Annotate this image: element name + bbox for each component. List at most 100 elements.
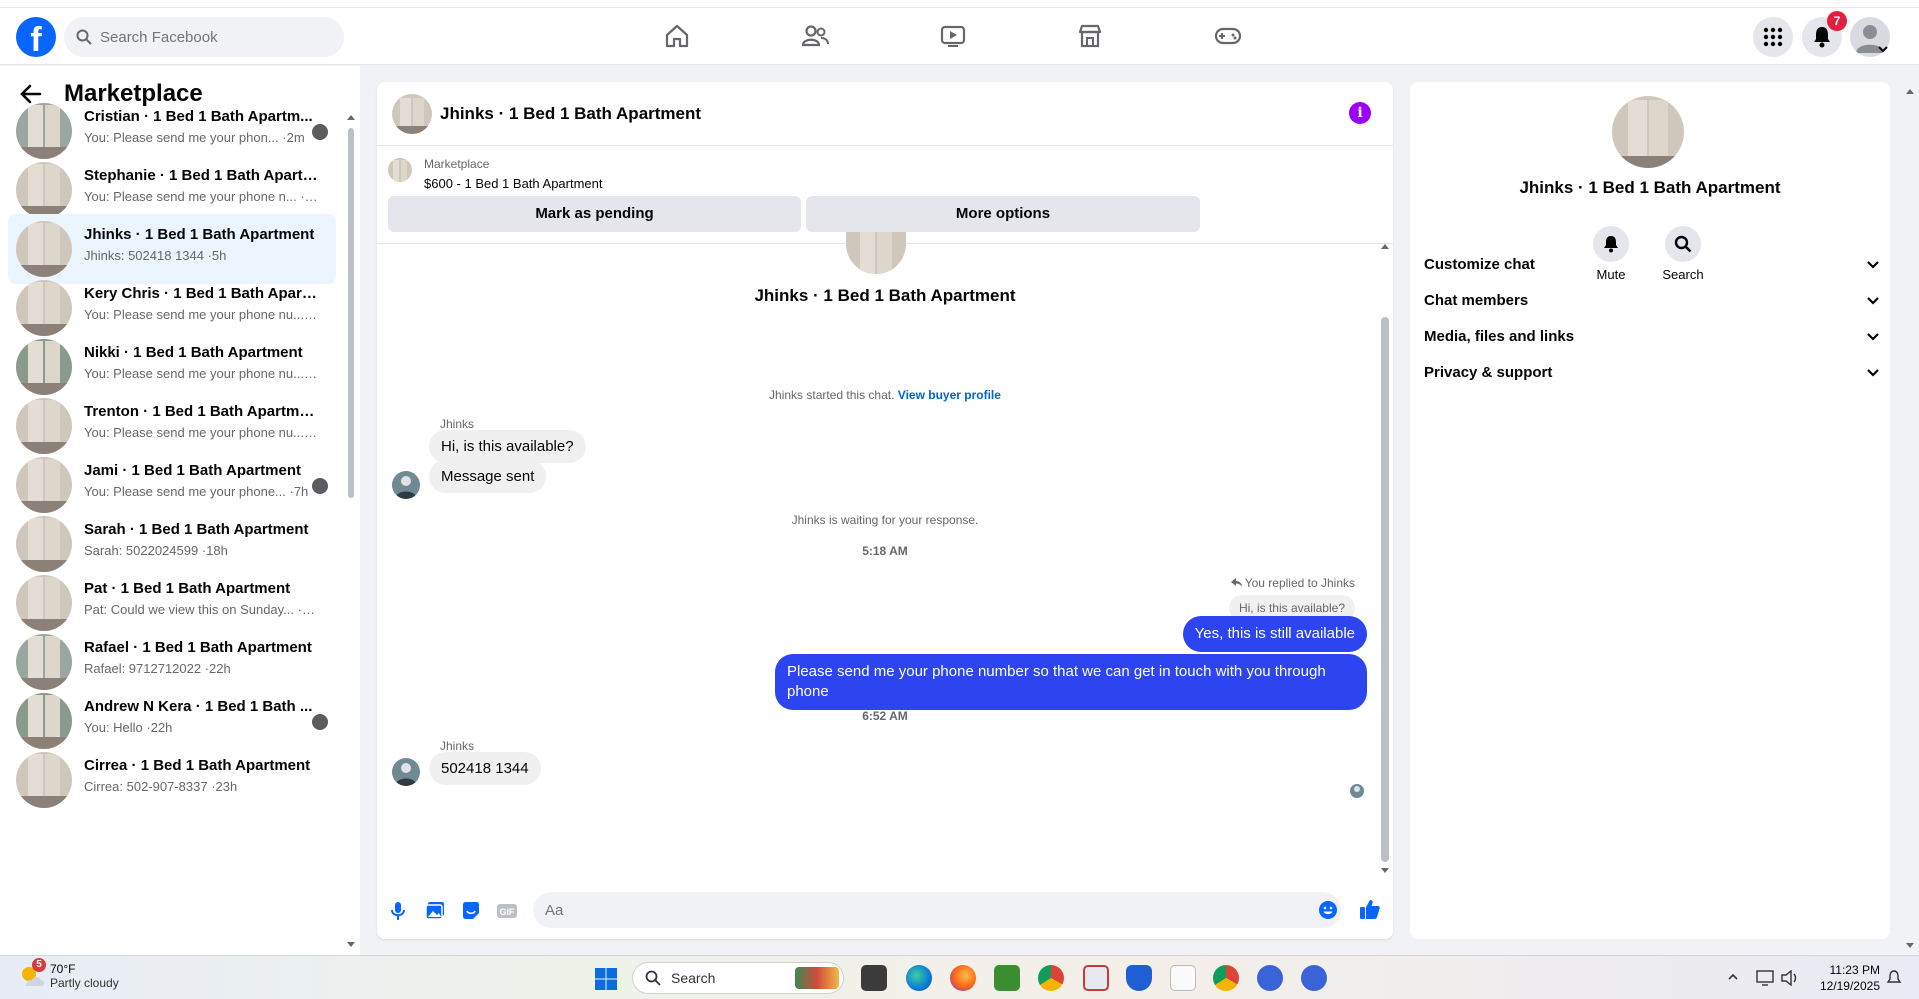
- seen-receipt-avatar: [1350, 784, 1364, 798]
- chat-panel: Jhinks · 1 Bed 1 Bath Apartment i Market…: [377, 82, 1393, 939]
- view-buyer-profile-link[interactable]: View buyer profile: [898, 388, 1001, 402]
- sticker-icon[interactable]: [460, 900, 482, 922]
- conversation-preview: You: Please send me your phone nu... ·7h: [84, 366, 319, 381]
- edge-browser-icon[interactable]: [906, 965, 932, 991]
- scroll-up-arrow-icon[interactable]: [346, 114, 356, 120]
- info-section-row[interactable]: Media, files and links: [1424, 316, 1880, 356]
- taskbar-search[interactable]: Search: [632, 962, 844, 994]
- message-sender-name: Jhinks: [440, 739, 475, 753]
- photo-icon[interactable]: [424, 900, 446, 922]
- chat-scrollbar[interactable]: [1381, 317, 1389, 862]
- info-panel-avatar[interactable]: [1612, 96, 1684, 168]
- chrome-profile-icon[interactable]: [1213, 965, 1239, 991]
- seen-receipt-avatar: [312, 478, 328, 494]
- info-panel-name: Jhinks · 1 Bed 1 Bath Apartment: [1519, 178, 1781, 197]
- mark-as-pending-button[interactable]: Mark as pending: [388, 196, 801, 232]
- conversation-name: Jami · 1 Bed 1 Bath Apartment: [84, 462, 301, 479]
- listing-price[interactable]: $600 - 1 Bed 1 Bath Apartment: [424, 176, 603, 191]
- facebook-search-input[interactable]: [100, 28, 300, 46]
- menu-grid-icon[interactable]: [1753, 17, 1793, 57]
- incoming-message[interactable]: 502418 1344: [429, 752, 541, 785]
- page-scroll-up-arrow-icon[interactable]: [1905, 88, 1915, 94]
- conversation-thumbnail: [16, 103, 72, 159]
- scroll-down-arrow-icon[interactable]: [346, 942, 356, 948]
- chrome-icon[interactable]: [1038, 965, 1064, 991]
- windows-start-icon[interactable]: [594, 967, 618, 996]
- more-options-button[interactable]: More options: [806, 196, 1200, 232]
- temperature: 70°F: [50, 962, 76, 976]
- message-timestamp: 6:52 AM: [862, 709, 908, 723]
- conversation-avatar: [846, 232, 906, 274]
- app-icon-blue-1[interactable]: [1257, 965, 1283, 991]
- waiting-response-notice: Jhinks is waiting for your response.: [791, 513, 979, 527]
- marketplace-icon[interactable]: [1076, 22, 1104, 50]
- chevron-up-icon[interactable]: [1727, 973, 1739, 981]
- conversation-thumbnail: [16, 634, 72, 690]
- message-input[interactable]: [533, 892, 1341, 928]
- outgoing-message[interactable]: Yes, this is still available: [1182, 616, 1367, 652]
- file-icon[interactable]: [1170, 965, 1196, 991]
- conversation-thumbnail: [16, 280, 72, 336]
- weather-widget[interactable]: 5 70°F Partly cloudy: [18, 958, 119, 990]
- facebook-search-box[interactable]: [64, 17, 344, 57]
- display-icon[interactable]: [1756, 970, 1774, 986]
- chat-scroll-up-arrow-icon[interactable]: [1380, 243, 1390, 249]
- page-scroll-down-arrow-icon[interactable]: [1905, 943, 1915, 949]
- sender-avatar[interactable]: [392, 758, 420, 786]
- app-icon-blue-2[interactable]: [1301, 965, 1327, 991]
- microphone-icon[interactable]: [387, 900, 409, 922]
- conversation-preview: You: Please send me your phone nu... ·7h: [84, 425, 319, 440]
- gaming-icon[interactable]: [1214, 22, 1242, 50]
- sender-avatar[interactable]: [392, 471, 420, 499]
- incoming-message[interactable]: Hi, is this available?: [429, 430, 586, 463]
- message-sender-name: Jhinks: [440, 417, 475, 431]
- excel-chart-icon[interactable]: [994, 965, 1020, 991]
- emoji-icon[interactable]: [1317, 899, 1339, 921]
- conversation-thumbnail: [16, 162, 72, 218]
- gif-icon[interactable]: GIF: [496, 900, 518, 922]
- chat-header-avatar[interactable]: [392, 94, 432, 134]
- chevron-down-icon: [1867, 368, 1879, 377]
- chat-started-text: Jhinks started this chat.: [769, 388, 895, 402]
- incoming-message[interactable]: Message sent: [429, 460, 547, 493]
- seen-receipt-avatar: [312, 124, 328, 140]
- home-icon[interactable]: [663, 22, 691, 50]
- info-icon[interactable]: i: [1349, 102, 1371, 124]
- thumbs-up-like-icon[interactable]: [1359, 898, 1381, 920]
- info-section-row[interactable]: Privacy & support: [1424, 352, 1880, 392]
- conversation-preview: Pat: Could we view this on Sunday... ·19…: [84, 602, 319, 617]
- search-icon: [76, 29, 92, 45]
- conversation-item[interactable]: Cirrea · 1 Bed 1 Bath Apartment Cirrea: 5…: [8, 745, 336, 815]
- facebook-logo-icon[interactable]: f: [16, 17, 56, 57]
- replied-to-note: You replied to Jhinks: [1230, 576, 1355, 590]
- system-clock[interactable]: 11:23 PM 12/19/2025: [1810, 962, 1880, 994]
- firefox-icon[interactable]: [950, 965, 976, 991]
- chat-scroll-down-arrow-icon[interactable]: [1380, 868, 1390, 874]
- info-section-row[interactable]: Chat members: [1424, 280, 1880, 320]
- security-shield-icon[interactable]: [1126, 965, 1152, 991]
- clock-time: 11:23 PM: [1829, 963, 1880, 977]
- info-section-label: Customize chat: [1424, 255, 1535, 273]
- listing-source: Marketplace: [424, 157, 490, 171]
- chat-header-title[interactable]: Jhinks · 1 Bed 1 Bath Apartment: [440, 104, 701, 124]
- conversation-preview: You: Hello ·22h: [84, 720, 173, 735]
- snipping-tool-icon[interactable]: [1083, 965, 1109, 991]
- info-section-row[interactable]: Customize chat: [1424, 244, 1880, 284]
- sidebar-scrollbar[interactable]: [348, 128, 354, 498]
- conversation-preview: Jhinks: 502418 1344 ·5h: [84, 248, 227, 263]
- svg-text:GIF: GIF: [500, 907, 516, 917]
- listing-thumbnail[interactable]: [388, 158, 412, 182]
- conversation-preview: Sarah: 5022024599 ·18h: [84, 543, 228, 558]
- clock-date: 12/19/2025: [1819, 979, 1880, 993]
- outgoing-message[interactable]: Please send me your phone number so that…: [775, 654, 1367, 710]
- info-section-label: Chat members: [1424, 291, 1529, 309]
- volume-icon[interactable]: [1781, 970, 1799, 986]
- video-icon[interactable]: [939, 22, 967, 50]
- friends-icon[interactable]: [801, 22, 829, 50]
- conversation-preview: You: Please send me your phone... ·7h: [84, 484, 309, 499]
- message-composer: GIF: [377, 882, 1393, 938]
- notification-center-icon[interactable]: [1886, 970, 1902, 986]
- message-thread: Jhinks · 1 Bed 1 Bath Apartment Jhinks s…: [377, 232, 1393, 874]
- task-view-icon[interactable]: [861, 965, 887, 991]
- chevron-down-icon[interactable]: [1877, 45, 1889, 53]
